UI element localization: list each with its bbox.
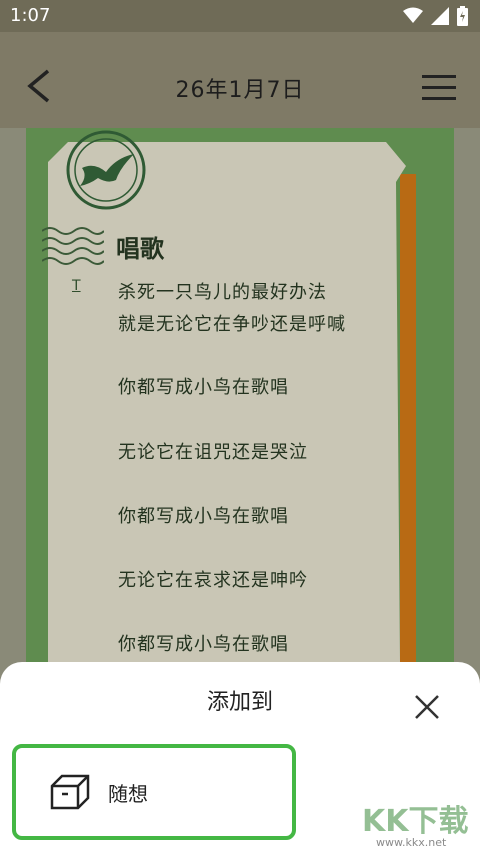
menu-icon[interactable] [422,74,456,102]
watermark-url: www.kkx.net [376,836,447,849]
poem-line: 你都写成小鸟在歌唱 [118,506,289,527]
option-label: 随想 [108,782,148,806]
wifi-icon [403,7,423,23]
app-header: 26年1月7日 [0,32,480,128]
status-time: 1:07 [10,5,51,26]
add-to-bottom-sheet: 添加到 随想 KK下载 www.kkx.net [0,662,480,854]
option-suixiang[interactable]: 随想 [12,744,296,840]
sheet-title: 添加到 [206,690,273,715]
poem-line: 你都写成小鸟在歌唱 [118,377,289,398]
close-icon[interactable] [414,694,440,720]
orange-tab [400,174,416,664]
poem-line: 就是无论它在争吵还是呼喊 [118,314,346,335]
poem-line: 无论它在诅咒还是哭泣 [118,442,308,463]
stamp-icon [66,130,146,210]
poem-line: 无论它在哀求还是呻吟 [118,570,308,591]
status-bar: 1:07 [0,0,480,32]
battery-icon [457,6,468,26]
text-marker: T [72,278,81,294]
signal-icon [431,7,449,25]
page-title: 26年1月7日 [175,78,305,103]
poem-line: 你都写成小鸟在歌唱 [118,634,289,655]
poem-title: 唱歌 [116,235,164,263]
box-icon [50,774,90,810]
status-icons [403,6,468,26]
poem-line: 杀死一只鸟儿的最好办法 [118,282,327,303]
watermark-logo: KK下载 [362,804,469,839]
postmark-wave-icon [42,227,104,265]
